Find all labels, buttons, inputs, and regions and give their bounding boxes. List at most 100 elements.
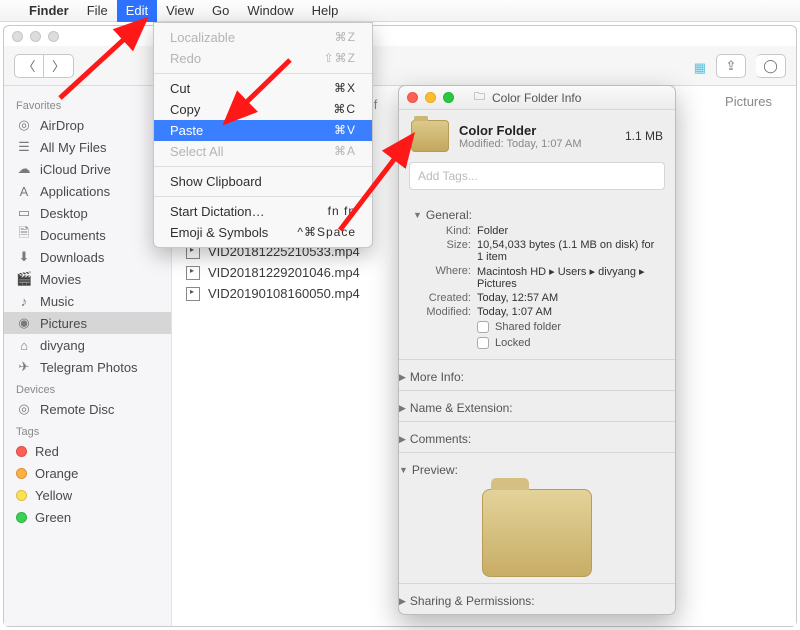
sidebar-label: All My Files	[40, 140, 106, 155]
locked-checkbox[interactable]: Locked	[413, 335, 661, 351]
sidebar-item-home[interactable]: ⌂ divyang	[4, 334, 171, 356]
sidebar-item-music[interactable]: ♪ Music	[4, 290, 171, 312]
tag-dot-icon	[16, 468, 27, 479]
sidebar-item-applications[interactable]: AApplications	[4, 180, 171, 202]
disclosure-triangle-icon: ▶	[399, 434, 406, 445]
tag-yellow[interactable]: Yellow	[4, 484, 171, 506]
sidebar-item-telegram[interactable]: ✈Telegram Photos	[4, 356, 171, 378]
menu-shortcut: ⌘C	[333, 102, 356, 117]
menu-label: Show Clipboard	[170, 174, 262, 189]
tag-dot-icon	[16, 512, 27, 523]
tag-red[interactable]: Red	[4, 440, 171, 462]
tags-button[interactable]: ◯	[756, 54, 786, 78]
sidebar-label: divyang	[40, 338, 85, 353]
documents-icon: 🗎	[16, 224, 32, 246]
section-label: Name & Extension:	[410, 401, 513, 415]
file-name: VID20190108160050.mp4	[208, 286, 360, 301]
movies-icon: 🎬	[16, 271, 32, 287]
section-label: More Info:	[410, 370, 464, 384]
menu-help[interactable]: Help	[303, 0, 348, 22]
menu-shortcut: ⇧⌘Z	[324, 51, 356, 66]
comments-section-header[interactable]: ▶ Comments:	[399, 426, 675, 448]
share-button[interactable]: ⇪	[716, 54, 746, 78]
sidebar: Favorites ◎AirDrop ☰All My Files ☁iCloud…	[4, 86, 172, 626]
info-modified: Modified:Today, 1:07 AM	[413, 305, 661, 319]
menu-label: Emoji & Symbols	[170, 225, 268, 240]
desktop-icon: ▭	[16, 205, 32, 221]
folder-modified: Modified: Today, 1:07 AM	[459, 138, 582, 150]
menubar: Finder File Edit View Go Window Help	[0, 0, 800, 22]
menu-shortcut: ⌘X	[334, 81, 356, 96]
info-where: Where:Macintosh HD ▸ Users ▸ divyang ▸ P…	[413, 264, 661, 291]
tag-label: Yellow	[35, 488, 72, 503]
section-label: Preview:	[412, 463, 458, 477]
close-button[interactable]	[12, 31, 23, 42]
sidebar-item-documents[interactable]: 🗎 Documents	[4, 224, 171, 246]
disclosure-triangle-icon: ▶	[399, 403, 406, 414]
app-name-menu[interactable]: Finder	[20, 0, 78, 22]
sidebar-label: Documents	[40, 228, 106, 243]
general-section-header[interactable]: ▼General:	[413, 202, 661, 224]
home-icon: ⌂	[16, 338, 32, 353]
sidebar-item-pictures[interactable]: ◉Pictures	[4, 312, 171, 334]
menu-file[interactable]: File	[78, 0, 117, 22]
annotation-arrow	[220, 60, 310, 143]
telegram-icon: ✈	[16, 359, 32, 375]
sidebar-item-downloads[interactable]: ⬇ Downloads	[4, 246, 171, 268]
moreinfo-section-header[interactable]: ▶More Info:	[399, 364, 675, 386]
preview-section-header[interactable]: ▼ Preview:	[399, 457, 675, 479]
menu-item-undo[interactable]: Localizable⌘Z	[154, 27, 372, 48]
menu-label: Select All	[170, 144, 223, 159]
menu-go[interactable]: Go	[203, 0, 238, 22]
sidebar-item-airdrop[interactable]: ◎ AirDrop	[4, 114, 171, 136]
shared-folder-checkbox[interactable]: Shared folder	[413, 319, 661, 335]
sidebar-label: Remote Disc	[40, 402, 114, 417]
sharing-section-header[interactable]: ▶ Sharing & Permissions:	[399, 588, 675, 610]
sidebar-label: AirDrop	[40, 118, 84, 133]
sidebar-label: Movies	[40, 272, 81, 287]
tag-dot-icon	[16, 490, 27, 501]
sidebar-item-allmyfiles[interactable]: ☰All My Files	[4, 136, 171, 158]
sidebar-item-movies[interactable]: 🎬 Movies	[4, 268, 171, 290]
tag-green[interactable]: Green	[4, 506, 171, 528]
sidebar-label: Pictures	[40, 316, 87, 331]
close-button[interactable]	[407, 92, 418, 103]
minimize-button[interactable]	[30, 31, 41, 42]
tags-input[interactable]: Add Tags...	[409, 162, 665, 190]
checkbox-icon	[477, 337, 489, 349]
sidebar-item-desktop[interactable]: ▭Desktop	[4, 202, 171, 224]
downloads-icon: ⬇	[16, 249, 32, 265]
icloud-icon: ☁	[16, 161, 32, 177]
menu-edit[interactable]: Edit	[117, 0, 157, 22]
menu-view[interactable]: View	[157, 0, 203, 22]
nameext-section-header[interactable]: ▶ Name & Extension:	[399, 395, 675, 417]
airdrop-icon: ◎	[16, 117, 32, 133]
tag-orange[interactable]: Orange	[4, 462, 171, 484]
menu-label: Cut	[170, 81, 190, 96]
sidebar-label: Downloads	[40, 250, 104, 265]
sidebar-item-icloud[interactable]: ☁iCloud Drive	[4, 158, 171, 180]
zoom-button[interactable]	[48, 31, 59, 42]
disclosure-triangle-icon: ▼	[399, 465, 408, 475]
info-summary: Color Folder Modified: Today, 1:07 AM 1.…	[399, 110, 675, 162]
sidebar-item-remotedisc[interactable]: ◎ Remote Disc	[4, 398, 171, 420]
menu-label: Paste	[170, 123, 203, 138]
preview-folder-icon	[482, 489, 592, 577]
sidebar-label: Music	[40, 294, 74, 309]
disclosure-triangle-icon: ▶	[399, 596, 406, 607]
devices-header: Devices	[4, 378, 171, 398]
pictures-header-icon: ▦	[694, 60, 706, 76]
folder-small-icon: 🗀	[474, 88, 485, 107]
section-label: Sharing & Permissions:	[410, 594, 535, 608]
sidebar-label: Applications	[40, 184, 110, 199]
menu-window[interactable]: Window	[238, 0, 302, 22]
music-icon: ♪	[16, 294, 32, 309]
remotedisc-icon: ◎	[16, 401, 32, 417]
info-size: Size:10,54,033 bytes (1.1 MB on disk) fo…	[413, 238, 661, 264]
back-button[interactable]: 〈	[14, 54, 44, 78]
section-label: Comments:	[410, 432, 471, 446]
zoom-button[interactable]	[443, 92, 454, 103]
minimize-button[interactable]	[425, 92, 436, 103]
traffic-lights	[12, 31, 59, 42]
video-file-icon	[186, 266, 200, 280]
